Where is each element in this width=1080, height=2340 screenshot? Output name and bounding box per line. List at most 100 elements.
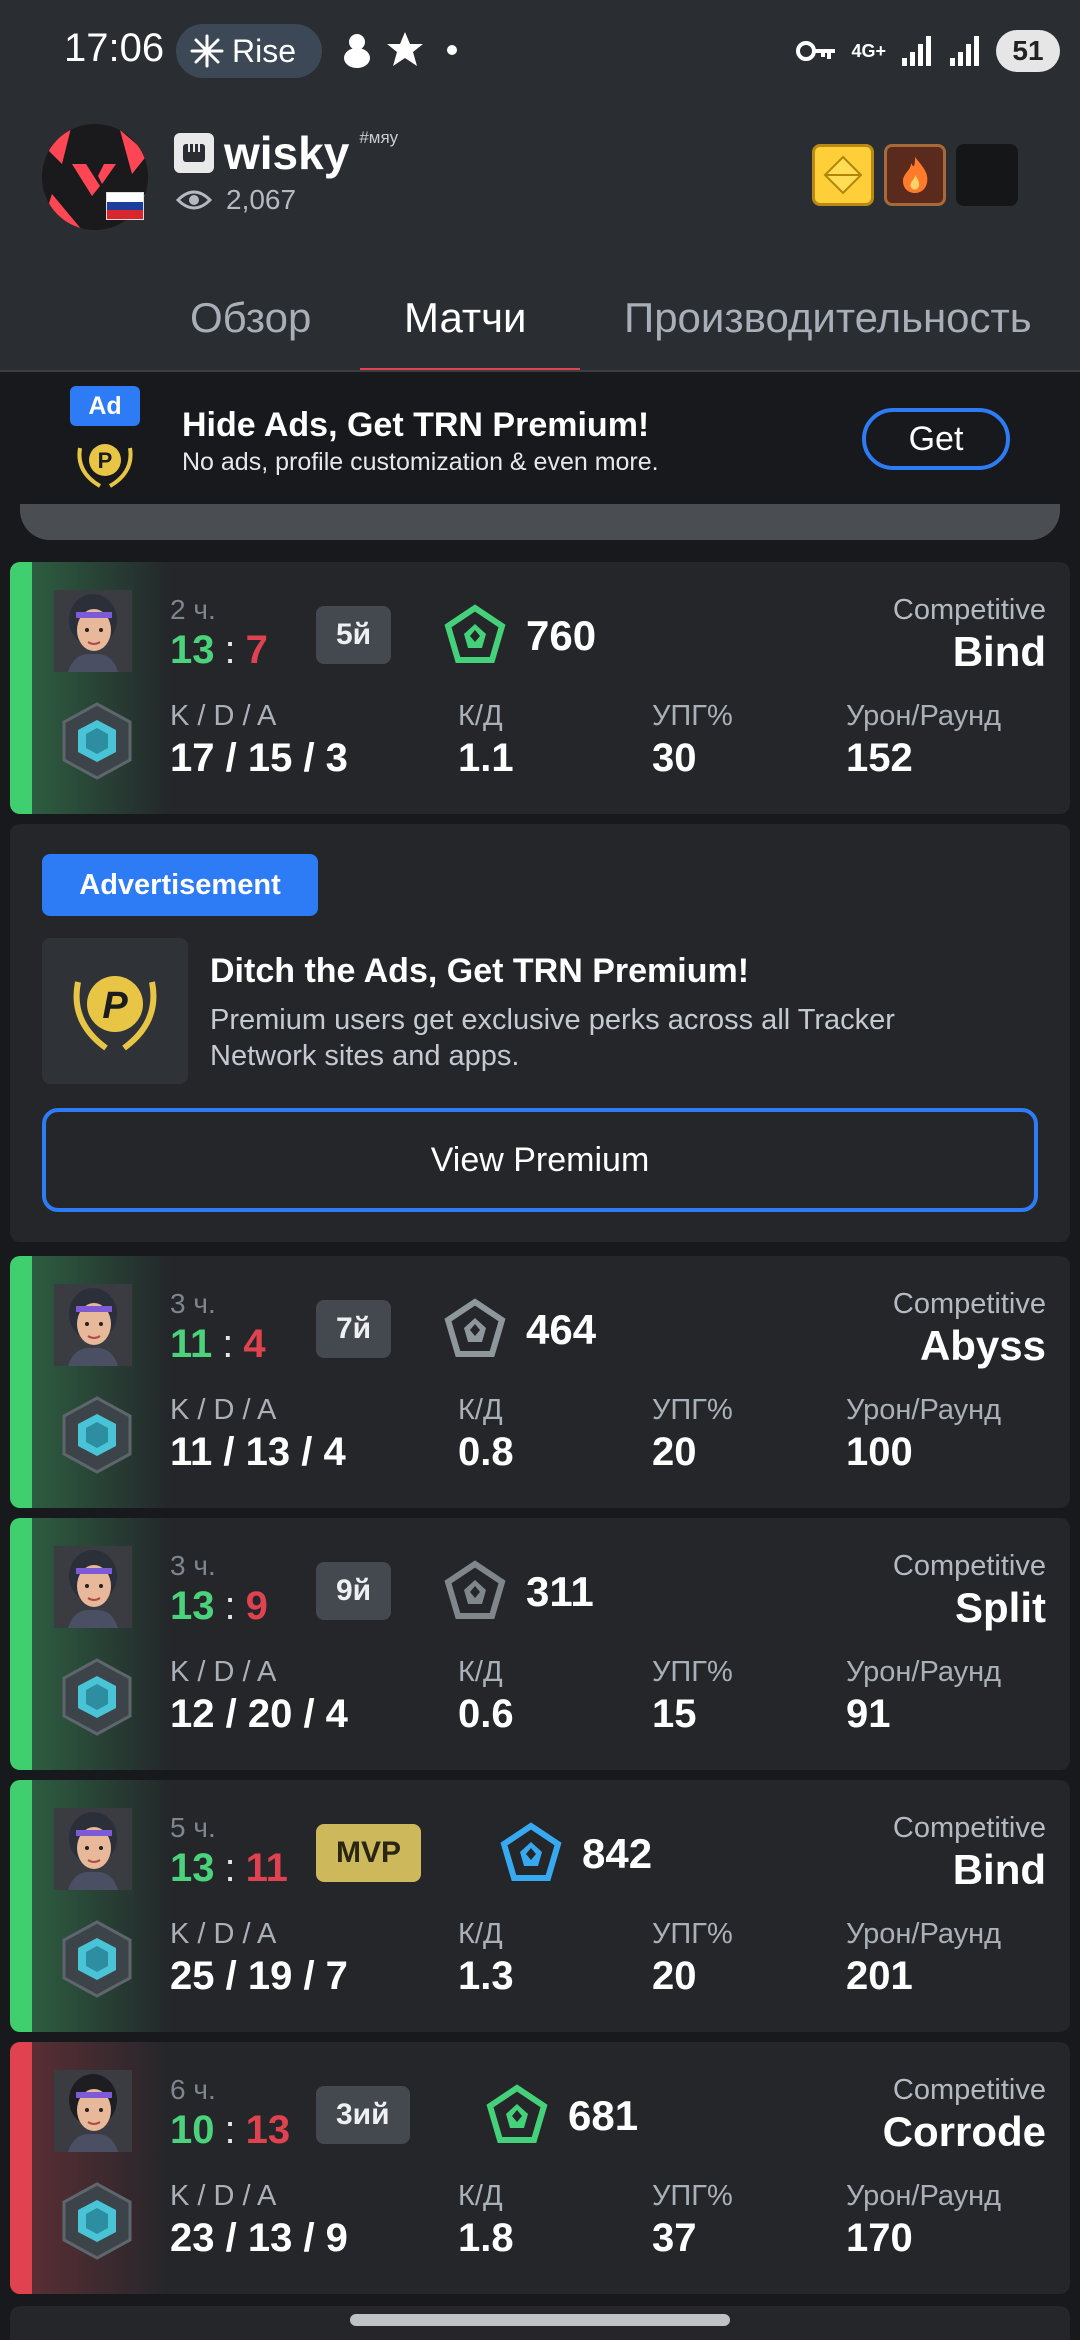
result-indicator (10, 1256, 32, 1508)
tab-matches[interactable]: Матчи (404, 294, 526, 342)
map-name: Split (955, 1584, 1046, 1631)
network-type: 4G+ (851, 40, 886, 61)
headshot-label: УПГ% (652, 2180, 733, 2212)
match-card[interactable]: 2 ч. 13:7 5й 760 Competitive Bind K / D … (10, 562, 1070, 814)
map-name: Bind (952, 628, 1046, 675)
profile-header: wisky #мяу 2,067 Обзор Матчи Производите… (0, 100, 1080, 372)
damage-per-round-value: 91 (846, 1692, 891, 1736)
svg-text:P: P (102, 985, 128, 1027)
score-team: 13 (170, 1846, 215, 1890)
view-premium-button[interactable]: View Premium (42, 1108, 1038, 1212)
match-score: 11:4 (170, 1322, 266, 1367)
rank-rating-value: 464 (526, 1306, 597, 1353)
headshot-label: УПГ% (652, 1656, 733, 1688)
game-notification-icon (387, 32, 423, 66)
kda-value: 25 / 19 / 7 (170, 1954, 348, 1998)
damage-per-round-label: Урон/Раунд (846, 1656, 1002, 1688)
fist-icon (174, 133, 214, 173)
damage-per-round-value: 201 (846, 1954, 913, 1998)
ad-banner: Ad P Hide Ads, Get TRN Premium! No ads, … (0, 372, 1080, 504)
headshot-label: УПГ% (652, 1918, 733, 1950)
advertisement-card: Advertisement P Ditch the Ads, Get TRN P… (10, 824, 1070, 1242)
match-time: 3 ч. (170, 1550, 216, 1581)
player-tag: #мяу (359, 128, 399, 147)
eye-icon (176, 190, 212, 210)
rank-icon (58, 1656, 136, 1738)
signal-icon-2 (950, 36, 979, 66)
match-card[interactable]: 3 ч. 13:9 9й 311 Competitive Split K / D… (10, 1518, 1070, 1770)
kda-label: K / D / A (170, 1656, 277, 1688)
placement-badge: 9й (316, 1562, 392, 1620)
score-separator: : (222, 1322, 234, 1366)
profile-badges (812, 144, 1018, 206)
match-card[interactable]: 6 ч. 10:13 3ий 681 Competitive Corrode K… (10, 2042, 1070, 2294)
headshot-value: 20 (652, 1954, 697, 1998)
profile-tabs: Обзор Матчи Производительность (0, 272, 1080, 372)
score-separator: : (224, 1584, 236, 1628)
kd-label: К/Д (458, 700, 503, 732)
rank-rating-value: 760 (526, 612, 597, 659)
match-time: 6 ч. (170, 2074, 216, 2105)
damage-per-round-label: Урон/Раунд (846, 1394, 1002, 1426)
player-name: wisky (224, 127, 350, 179)
match-time: 2 ч. (170, 594, 216, 625)
kd-value: 1.8 (458, 2216, 514, 2260)
match-card[interactable]: 3 ч. 11:4 7й 464 Competitive Abyss K / D… (10, 1256, 1070, 1508)
advertisement-description: Premium users get exclusive perks across… (210, 1004, 895, 1072)
headshot-value: 20 (652, 1430, 697, 1474)
get-premium-button[interactable]: Get (862, 408, 1010, 470)
rank-rating-icon (444, 604, 506, 666)
kda-label: K / D / A (170, 700, 277, 732)
kda-value: 23 / 13 / 9 (170, 2216, 348, 2260)
collapsed-card-edge (20, 504, 1060, 540)
score-separator: : (224, 1846, 236, 1890)
game-mode: Competitive (892, 2074, 1046, 2106)
rank-rating-icon (486, 2084, 548, 2146)
damage-per-round-value: 100 (846, 1430, 913, 1474)
game-mode: Competitive (892, 594, 1046, 626)
fire-badge-icon[interactable] (884, 144, 946, 206)
headshot-label: УПГ% (652, 700, 733, 732)
map-name: Corrode (882, 2108, 1046, 2155)
kd-value: 1.3 (458, 1954, 514, 1998)
damage-per-round-label: Урон/Раунд (846, 700, 1002, 732)
kd-label: К/Д (458, 1918, 503, 1950)
tab-overview[interactable]: Обзор (190, 294, 311, 342)
country-flag-icon (106, 192, 144, 220)
kda-value: 11 / 13 / 4 (170, 1430, 346, 1474)
sparkle-icon (190, 34, 224, 68)
kd-value: 1.1 (458, 736, 514, 780)
headshot-value: 15 (652, 1692, 697, 1736)
score-enemy: 7 (245, 628, 268, 672)
diamond-badge-icon[interactable] (812, 144, 874, 206)
placement-badge: MVP (316, 1824, 422, 1882)
tab-performance[interactable]: Производительность (624, 294, 1032, 342)
profile-views: 2,067 (176, 184, 296, 216)
damage-per-round-label: Урон/Раунд (846, 2180, 1002, 2212)
score-separator: : (224, 628, 236, 672)
headshot-value: 37 (652, 2216, 697, 2260)
headshot-value: 30 (652, 736, 697, 780)
kda-value: 12 / 20 / 4 (170, 1692, 348, 1736)
kda-label: K / D / A (170, 1394, 277, 1426)
game-mode: Competitive (892, 1812, 1046, 1844)
rank-rating-value: 311 (526, 1568, 594, 1615)
score-separator: : (224, 2108, 236, 2152)
damage-per-round-label: Урон/Раунд (846, 1918, 1002, 1950)
match-time: 3 ч. (170, 1288, 216, 1319)
kda-label: K / D / A (170, 2180, 277, 2212)
damage-per-round-value: 152 (846, 736, 913, 780)
kda-value: 17 / 15 / 3 (170, 736, 348, 780)
kd-value: 0.6 (458, 1692, 514, 1736)
match-card[interactable]: 5 ч. 13:11 MVP 842 Competitive Bind K / … (10, 1780, 1070, 2032)
signal-icon (902, 36, 931, 66)
match-time: 5 ч. (170, 1812, 216, 1843)
rank-rating-icon (444, 1560, 506, 1622)
kd-label: К/Д (458, 2180, 503, 2212)
gesture-home-bar[interactable] (350, 2314, 730, 2326)
agent-portrait (54, 1546, 132, 1628)
placement-badge: 3ий (316, 2086, 410, 2144)
now-playing-pill[interactable]: Rise (176, 24, 322, 78)
score-team: 10 (170, 2108, 215, 2152)
rank-rating-icon (444, 1298, 506, 1360)
